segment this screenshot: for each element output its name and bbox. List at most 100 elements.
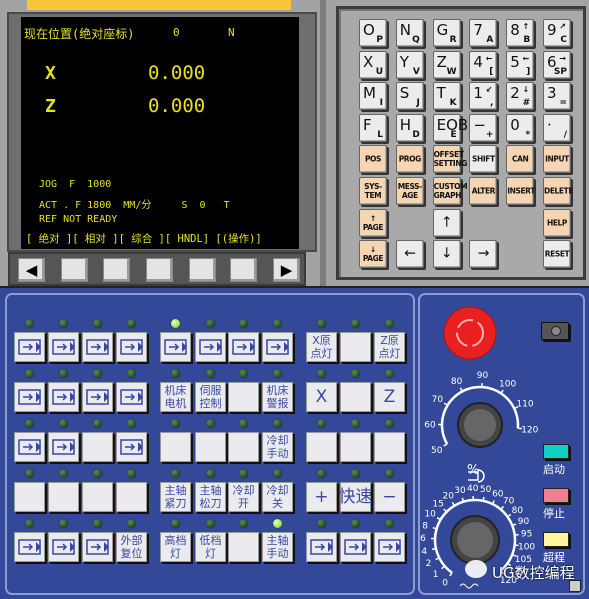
panel-button-3-9[interactable]: 快速 bbox=[339, 482, 373, 512]
key-delete[interactable]: DELETE bbox=[543, 177, 573, 205]
key-can[interactable]: CAN bbox=[506, 145, 535, 174]
panel-button-3-5[interactable]: 主轴 松刀 bbox=[195, 482, 226, 512]
handwheel-interrupt-button[interactable] bbox=[116, 382, 147, 412]
key-reset[interactable]: RESET bbox=[543, 240, 571, 269]
key-8[interactable]: 8 ↑ B bbox=[506, 19, 535, 47]
key-switch[interactable] bbox=[541, 322, 569, 340]
spindle-ccw-button[interactable] bbox=[374, 532, 405, 562]
panel-button-4-5[interactable]: 低档 灯 bbox=[195, 532, 226, 562]
key-5[interactable]: 5 ⇜] bbox=[506, 50, 535, 79]
key-[interactable]: − + bbox=[469, 113, 498, 142]
key-t[interactable]: TK bbox=[432, 82, 461, 111]
key-6[interactable]: 6 → SP bbox=[543, 50, 571, 79]
key-z[interactable]: ZW bbox=[432, 50, 461, 79]
key-insert[interactable]: INSERT bbox=[506, 177, 535, 205]
panel-button-4-4[interactable]: 高档 灯 bbox=[160, 532, 191, 562]
spindle-cw-button[interactable] bbox=[306, 532, 337, 562]
key-shift[interactable]: SHIFT bbox=[469, 145, 498, 174]
panel-button-blank[interactable] bbox=[228, 382, 259, 412]
stop-button[interactable] bbox=[543, 488, 569, 503]
key-eob[interactable]: EOB E bbox=[432, 113, 468, 142]
key-page[interactable]: ↓ PAGE bbox=[359, 240, 387, 269]
block-skip-button[interactable] bbox=[48, 382, 79, 412]
key-n[interactable]: NQ bbox=[395, 19, 424, 47]
panel-button-blank[interactable] bbox=[116, 482, 147, 512]
key-mess-age[interactable]: MESS- AGE bbox=[395, 177, 424, 205]
panel-button-1-4[interactable]: 机床 电机 bbox=[160, 382, 191, 412]
optional-stop-button[interactable] bbox=[82, 382, 113, 412]
dnc-mode-button[interactable] bbox=[82, 332, 113, 362]
key-g[interactable]: GR bbox=[432, 19, 461, 47]
key-x[interactable]: XU bbox=[359, 50, 387, 79]
jog-mode-button[interactable] bbox=[228, 332, 259, 362]
panel-button-1-8[interactable]: X bbox=[306, 382, 337, 412]
reference-return-button[interactable] bbox=[160, 332, 191, 362]
key-h[interactable]: HD bbox=[395, 113, 424, 142]
teach-mode-button[interactable] bbox=[262, 332, 293, 362]
panel-button-2-7[interactable]: 冷却 手动 bbox=[262, 432, 293, 462]
panel-button-3-4[interactable]: 主轴 紧刀 bbox=[160, 482, 191, 512]
key-1[interactable]: 1 ↙, bbox=[469, 82, 498, 111]
panel-button-3-10[interactable]: − bbox=[374, 482, 405, 512]
edit-mode-button[interactable] bbox=[14, 332, 45, 362]
key-[interactable]: → bbox=[469, 240, 498, 269]
panel-button-4-3[interactable]: 外部 复位 bbox=[116, 532, 147, 562]
key-y[interactable]: YV bbox=[395, 50, 424, 79]
panel-button-1-10[interactable]: Z bbox=[374, 382, 405, 412]
auto-mode-button[interactable] bbox=[116, 332, 147, 362]
key-s[interactable]: SJ bbox=[395, 82, 424, 111]
key-[interactable]: · / bbox=[543, 113, 571, 142]
panel-button-0-10[interactable]: Z原 点灯 bbox=[374, 332, 405, 362]
key-2[interactable]: 2 ↓ # bbox=[506, 82, 535, 111]
key-m[interactable]: MI bbox=[359, 82, 387, 111]
key-[interactable]: ↓ bbox=[432, 240, 461, 269]
panel-button-3-6[interactable]: 冷却 开 bbox=[228, 482, 259, 512]
key-o[interactable]: OP bbox=[359, 19, 387, 47]
key-3[interactable]: 3 = bbox=[543, 82, 571, 111]
panel-button-blank[interactable] bbox=[374, 432, 405, 462]
panel-button-1-5[interactable]: 伺服 控制 bbox=[195, 382, 226, 412]
key-9[interactable]: 9 ↗ C bbox=[543, 19, 571, 47]
panel-button-blank[interactable] bbox=[14, 482, 45, 512]
panel-button-blank[interactable] bbox=[228, 432, 259, 462]
cycle-start-button[interactable] bbox=[14, 532, 45, 562]
panel-button-0-8[interactable]: X原 点灯 bbox=[306, 332, 337, 362]
key-0[interactable]: 0 * bbox=[506, 113, 535, 142]
key-[interactable]: ← bbox=[395, 240, 424, 269]
key-input[interactable]: INPUT bbox=[543, 145, 571, 174]
panel-button-1-7[interactable]: 机床 警报 bbox=[262, 382, 293, 412]
key-custom-graph[interactable]: CUSTOM GRAPH bbox=[432, 177, 468, 205]
key-alter[interactable]: ALTER bbox=[469, 177, 498, 205]
panel-button-blank[interactable] bbox=[340, 332, 371, 362]
key-4[interactable]: 4 ← [ bbox=[469, 50, 498, 79]
mdi-mode-button[interactable] bbox=[48, 332, 79, 362]
panel-button-blank[interactable] bbox=[82, 482, 113, 512]
key-page[interactable]: ↑ PAGE bbox=[359, 208, 387, 237]
key-f[interactable]: FL bbox=[359, 113, 387, 142]
panel-button-blank[interactable] bbox=[48, 482, 79, 512]
handwheel-mode-button[interactable] bbox=[195, 332, 226, 362]
program-restart-button[interactable] bbox=[116, 432, 147, 462]
panel-button-blank[interactable] bbox=[160, 432, 191, 462]
key-pos[interactable]: POS bbox=[359, 145, 387, 174]
panel-button-blank[interactable] bbox=[340, 382, 371, 412]
emergency-stop-button[interactable] bbox=[443, 306, 497, 360]
panel-button-3-7[interactable]: 冷却 关 bbox=[262, 482, 293, 512]
key-[interactable]: ↑ bbox=[432, 208, 461, 237]
panel-button-3-8[interactable]: + bbox=[306, 482, 337, 512]
key-sys-tem[interactable]: SYS- TEM bbox=[359, 177, 387, 205]
panel-button-blank[interactable] bbox=[228, 532, 259, 562]
machine-lock-button[interactable] bbox=[14, 432, 45, 462]
key-7[interactable]: 7A bbox=[469, 19, 498, 47]
dry-run-button[interactable] bbox=[48, 432, 79, 462]
spindle-stop-button[interactable] bbox=[340, 532, 371, 562]
single-block-button[interactable] bbox=[14, 382, 45, 412]
panel-button-blank[interactable] bbox=[340, 432, 371, 462]
panel-button-blank[interactable] bbox=[82, 432, 113, 462]
panel-button-4-7[interactable]: 主轴 手动 bbox=[262, 532, 293, 562]
panel-button-blank[interactable] bbox=[195, 432, 226, 462]
cycle-start-button[interactable] bbox=[543, 444, 569, 459]
feed-hold-button[interactable] bbox=[48, 532, 79, 562]
key-prog[interactable]: PROG bbox=[395, 145, 424, 174]
panel-button-blank[interactable] bbox=[306, 432, 337, 462]
